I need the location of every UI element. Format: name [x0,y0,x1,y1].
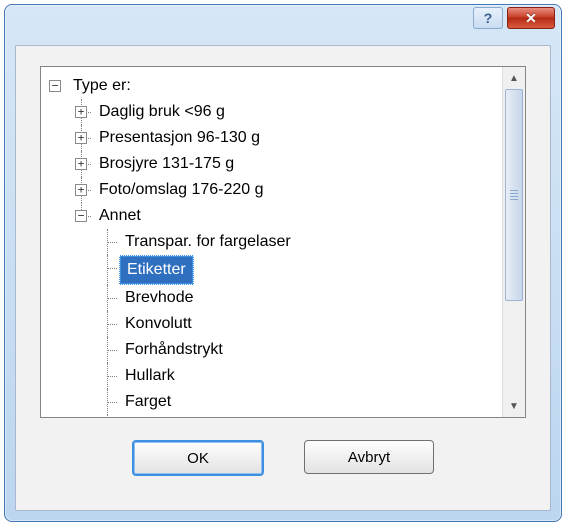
tree-item[interactable]: + Foto/omslag 176-220 g [73,177,503,203]
ok-button-label: OK [187,450,209,467]
expand-icon[interactable]: + [75,184,87,196]
tree-leaf[interactable]: Farget [99,389,503,415]
tree-leaf[interactable]: Forhåndstrykt [99,337,503,363]
tree-leaf[interactable]: Transpar. for fargelaser [99,229,503,255]
tree-item-label[interactable]: Daglig bruk <96 g [95,99,229,125]
tree-view: − Type er: + Daglig bruk <96 g + Present… [40,66,526,418]
scroll-down-icon[interactable]: ▼ [504,396,524,416]
tree-item[interactable]: + Brosjyre 131-175 g [73,151,503,177]
tree-leaf-label[interactable]: Farget [121,389,175,415]
expand-icon[interactable]: + [75,132,87,144]
tree-item[interactable]: + Daglig bruk <96 g [73,99,503,125]
collapse-icon[interactable]: − [49,80,61,92]
tree-item-label[interactable]: Foto/omslag 176-220 g [95,177,268,203]
tree-leaf-label[interactable]: Grovt [121,415,168,417]
tree-item[interactable]: + Presentasjon 96-130 g [73,125,503,151]
scroll-thumb[interactable] [505,89,523,301]
tree-root[interactable]: − Type er: + Daglig bruk <96 g + Present… [47,73,503,417]
help-button[interactable]: ? [473,7,503,29]
tree-leaf[interactable]: Brevhode [99,285,503,311]
dialog-window: ? ✕ − Type er: + Daglig bruk <96 g [4,4,562,522]
close-button[interactable]: ✕ [507,7,555,29]
tree-root-label[interactable]: Type er: [69,73,135,99]
ok-button[interactable]: OK [132,440,264,476]
tree-leaf[interactable]: Grovt [99,415,503,417]
close-icon: ✕ [525,10,537,27]
dialog-button-row: OK Avbryt [40,440,526,476]
tree-leaf-label-selected[interactable]: Etiketter [119,255,194,285]
cancel-button[interactable]: Avbryt [304,440,434,474]
tree-leaf-label[interactable]: Konvolutt [121,311,196,337]
tree-leaf[interactable]: Konvolutt [99,311,503,337]
tree-item-expanded[interactable]: − Annet Transpar. for fargelaser Etikett… [73,203,503,417]
vertical-scrollbar[interactable]: ▲ ▼ [502,67,525,417]
collapse-icon[interactable]: − [75,210,87,222]
cancel-button-label: Avbryt [348,449,390,466]
tree-leaf[interactable]: Hullark [99,363,503,389]
help-icon: ? [484,10,493,26]
tree-leaf[interactable]: Etiketter [99,255,503,285]
tree-leaf-label[interactable]: Brevhode [121,285,198,311]
tree-item-label[interactable]: Brosjyre 131-175 g [95,151,238,177]
tree-leaf-label[interactable]: Transpar. for fargelaser [121,229,295,255]
titlebar: ? ✕ [5,5,561,41]
expand-icon[interactable]: + [75,106,87,118]
expand-icon[interactable]: + [75,158,87,170]
client-area: − Type er: + Daglig bruk <96 g + Present… [15,45,551,511]
tree-leaf-label[interactable]: Hullark [121,363,179,389]
tree-leaf-label[interactable]: Forhåndstrykt [121,337,227,363]
scroll-up-icon[interactable]: ▲ [504,68,524,88]
tree-item-label[interactable]: Presentasjon 96-130 g [95,125,264,151]
tree-scroll-area: − Type er: + Daglig bruk <96 g + Present… [41,67,503,417]
titlebar-buttons: ? ✕ [473,7,555,29]
tree-item-label[interactable]: Annet [95,203,145,229]
